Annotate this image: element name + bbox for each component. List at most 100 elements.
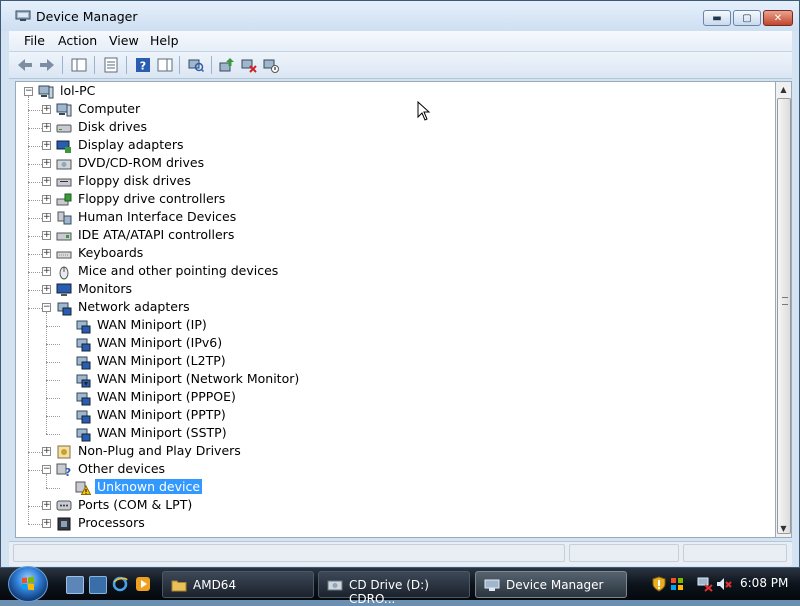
network-adapter-icon [76,338,91,352]
tree-connector [46,416,60,417]
keyboard-icon [56,251,72,259]
floppy-drive-icon [56,178,72,187]
properties-icon[interactable] [101,55,121,75]
expand-icon[interactable]: + [42,177,51,186]
toolbar-separator [94,56,95,74]
tree-connector [46,380,60,381]
mouse-icon [59,266,69,280]
expand-icon[interactable]: + [42,141,51,150]
minimize-button[interactable]: ▬ [703,10,731,26]
expand-icon[interactable]: + [42,249,51,258]
tree-connector [28,308,42,309]
scroll-down-icon[interactable]: ▼ [776,521,791,537]
tree-connector [28,524,42,525]
windows-update-icon[interactable] [669,576,685,592]
tree-connector [28,272,42,273]
tree-connector [28,146,42,147]
monitor-icon [56,283,72,296]
tree-connector [46,326,60,327]
expand-icon[interactable]: + [42,519,51,528]
expand-icon[interactable]: + [42,501,51,510]
tree-connector [46,344,60,345]
security-shield-icon[interactable] [651,576,667,592]
show-desktop-icon[interactable] [66,576,84,594]
uninstall-device-icon[interactable] [239,55,259,75]
tree-connector [46,362,60,363]
expand-icon[interactable]: + [42,285,51,294]
tree-category-label: Other devices [78,461,166,476]
expand-icon[interactable]: + [42,447,51,456]
menu-view[interactable]: View [109,33,139,48]
tree-connector [28,218,42,219]
scan-hardware-icon[interactable] [186,55,206,75]
network-adapter-icon [76,428,91,442]
expand-icon[interactable]: + [42,123,51,132]
internet-explorer-icon[interactable] [112,576,128,592]
tree-category-label: Display adapters [78,137,184,152]
device-tree[interactable]: − lol-PC + Computer + Disk drives + Display ada… [15,81,775,538]
network-adapter-icon [76,356,91,370]
expand-icon[interactable]: + [42,105,51,114]
tree-category-label: Floppy drive controllers [78,191,226,206]
collapse-icon[interactable]: − [24,87,33,96]
other-devices-icon: ? [56,463,71,478]
device-manager-window: Device Manager ▬ ▢ ✕ File Action View He… [0,0,800,568]
expand-icon[interactable]: + [42,213,51,222]
toolbar-separator [62,56,63,74]
processor-icon [57,517,71,531]
tree-device-label: WAN Miniport (IPv6) [97,335,223,350]
forward-icon[interactable] [37,55,57,75]
tree-category-label: Disk drives [78,119,147,134]
maximize-button[interactable]: ▢ [733,10,761,26]
start-button[interactable] [8,566,48,602]
tree-category-label: IDE ATA/ATAPI controllers [78,227,235,242]
port-icon [56,500,72,511]
network-adapter-icon [76,320,91,334]
tree-category-label: Mice and other pointing devices [78,263,279,278]
network-disconnected-icon[interactable] [697,576,713,592]
help-icon[interactable]: ? [133,55,153,75]
status-cell [683,544,787,562]
console-tree-icon[interactable] [69,55,89,75]
tree-root[interactable] [16,82,775,100]
expand-icon[interactable]: + [42,159,51,168]
network-adapter-icon [76,392,91,406]
menu-action[interactable]: Action [58,33,97,48]
tree-category-label: Computer [78,101,141,116]
close-button[interactable]: ✕ [763,10,793,26]
menu-file[interactable]: File [24,33,45,48]
update-driver-icon[interactable] [217,55,237,75]
title-bar[interactable]: Device Manager ▬ ▢ ✕ [1,1,799,31]
taskbar-button-amd64[interactable]: AMD64 [162,571,314,598]
show-hide-action-pane-icon[interactable] [155,55,175,75]
back-icon[interactable] [15,55,35,75]
tree-connector [28,236,42,237]
vertical-scrollbar[interactable]: ▲ ▼ [775,81,792,538]
tree-connector [28,200,42,201]
ide-controller-icon [56,232,72,241]
taskbar-button-device-manager[interactable]: Device Manager [475,571,627,598]
taskbar-button-cd-drive[interactable]: CD Drive (D:) CDRO... [318,571,470,606]
scroll-up-icon[interactable]: ▲ [776,82,791,98]
menu-help[interactable]: Help [150,33,179,48]
disable-device-icon[interactable] [261,55,281,75]
clock[interactable]: 6:08 PM [740,576,788,590]
tree-category-label: Ports (COM & LPT) [78,497,193,512]
collapse-icon[interactable]: − [42,465,51,474]
tree-connector [28,128,42,129]
floppy-controller-icon [56,193,72,206]
warning-device-icon [75,481,91,495]
disk-drive-icon [56,124,72,133]
tree-device-label: WAN Miniport (PPPOE) [97,389,236,404]
switch-windows-icon[interactable] [89,576,107,594]
scrollbar-thumb[interactable] [777,98,791,534]
media-player-icon[interactable] [135,576,151,592]
volume-muted-icon[interactable] [716,576,732,592]
expand-icon[interactable]: + [42,195,51,204]
windows-logo-icon [22,576,34,591]
expand-icon[interactable]: + [42,267,51,276]
collapse-icon[interactable]: − [42,303,51,312]
expand-icon[interactable]: + [42,231,51,240]
tree-category-label: Human Interface Devices [78,209,237,224]
status-cell [569,544,679,562]
